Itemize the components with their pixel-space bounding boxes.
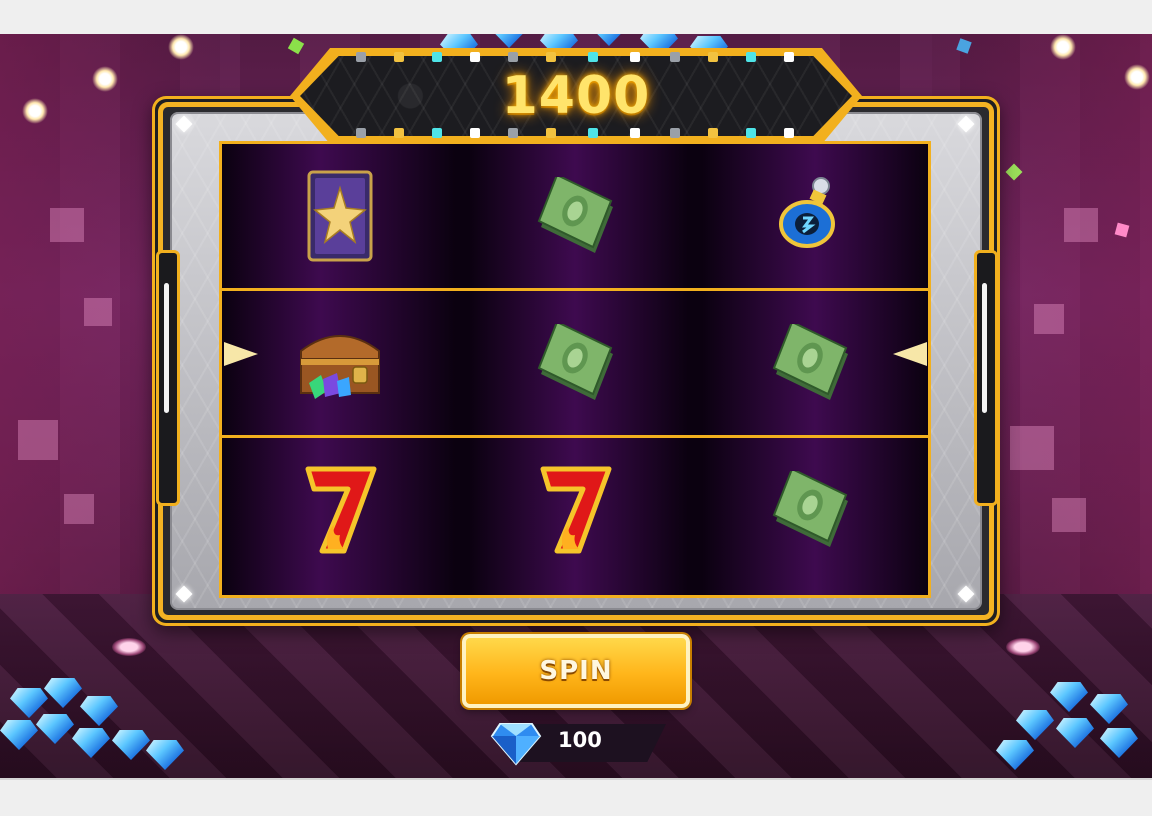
cash-stack-icon [768, 471, 852, 549]
reel-cell [692, 291, 927, 435]
lucky-seven-icon [535, 463, 615, 557]
pixel-decoration [1064, 208, 1098, 242]
pixel-decoration [18, 420, 58, 460]
payline-arrow-right-icon [893, 342, 927, 366]
floor-spotlight [1006, 638, 1040, 656]
stage-light-icon [1050, 34, 1076, 60]
diamond-icon [490, 34, 528, 48]
diamond-icon [1090, 694, 1128, 724]
bottom-bar [0, 778, 1152, 816]
reel-cell [457, 291, 692, 435]
diamond-icon [1100, 728, 1138, 758]
potion-bottle-icon [777, 176, 843, 256]
pixel-decoration [84, 298, 112, 326]
diamond-icon [1050, 682, 1088, 712]
reel-cell [457, 438, 692, 582]
diamond-icon [996, 740, 1034, 770]
diamond-icon [590, 34, 628, 46]
payline-arrow-left-icon [224, 342, 258, 366]
diamond-icon [146, 740, 184, 770]
diamond-icon [490, 722, 542, 770]
score-value: 1400 [501, 66, 651, 126]
pixel-decoration [1034, 304, 1064, 334]
reel-row-bottom [222, 438, 928, 582]
top-bar [0, 0, 1152, 36]
cash-stack-icon [533, 177, 617, 255]
diamond-icon [72, 728, 110, 758]
confetti-icon [287, 37, 305, 55]
reel-window [219, 141, 931, 598]
reel-row-middle [222, 291, 928, 435]
spin-button-label: SPIN [539, 656, 613, 686]
stage-light-icon [1124, 64, 1150, 90]
pixel-decoration [64, 494, 94, 524]
star-card-icon [307, 170, 373, 262]
diamond-icon [80, 696, 118, 726]
side-slot-left [156, 250, 180, 506]
stage-light-icon [92, 66, 118, 92]
diamond-icon [1056, 718, 1094, 748]
reel-cell [692, 144, 927, 288]
diamond-icon [0, 720, 38, 750]
treasure-chest-icon [295, 321, 385, 405]
spin-button[interactable]: SPIN [462, 634, 690, 708]
diamond-icon [1016, 710, 1054, 740]
cash-stack-icon [533, 324, 617, 402]
stage-light-icon [22, 98, 48, 124]
reel-cell [692, 438, 927, 582]
diamond-icon [36, 714, 74, 744]
lucky-seven-icon [300, 463, 380, 557]
pixel-decoration [1010, 426, 1054, 470]
reel-cell [222, 144, 457, 288]
diamond-icon [112, 730, 150, 760]
reel-cell [457, 144, 692, 288]
reel-row-top [222, 144, 928, 288]
floor-spotlight [112, 638, 146, 656]
cash-stack-icon [768, 324, 852, 402]
diamond-icon [44, 678, 82, 708]
reel-cell [222, 438, 457, 582]
pixel-decoration [1052, 498, 1086, 532]
side-slot-right [974, 250, 998, 506]
stage-light-icon [168, 34, 194, 60]
spin-cost-value: 100 [558, 728, 602, 752]
gem-pile-left [0, 674, 200, 778]
gem-pile-right [990, 674, 1152, 778]
pixel-decoration [50, 208, 84, 242]
diamond-icon [10, 688, 48, 718]
